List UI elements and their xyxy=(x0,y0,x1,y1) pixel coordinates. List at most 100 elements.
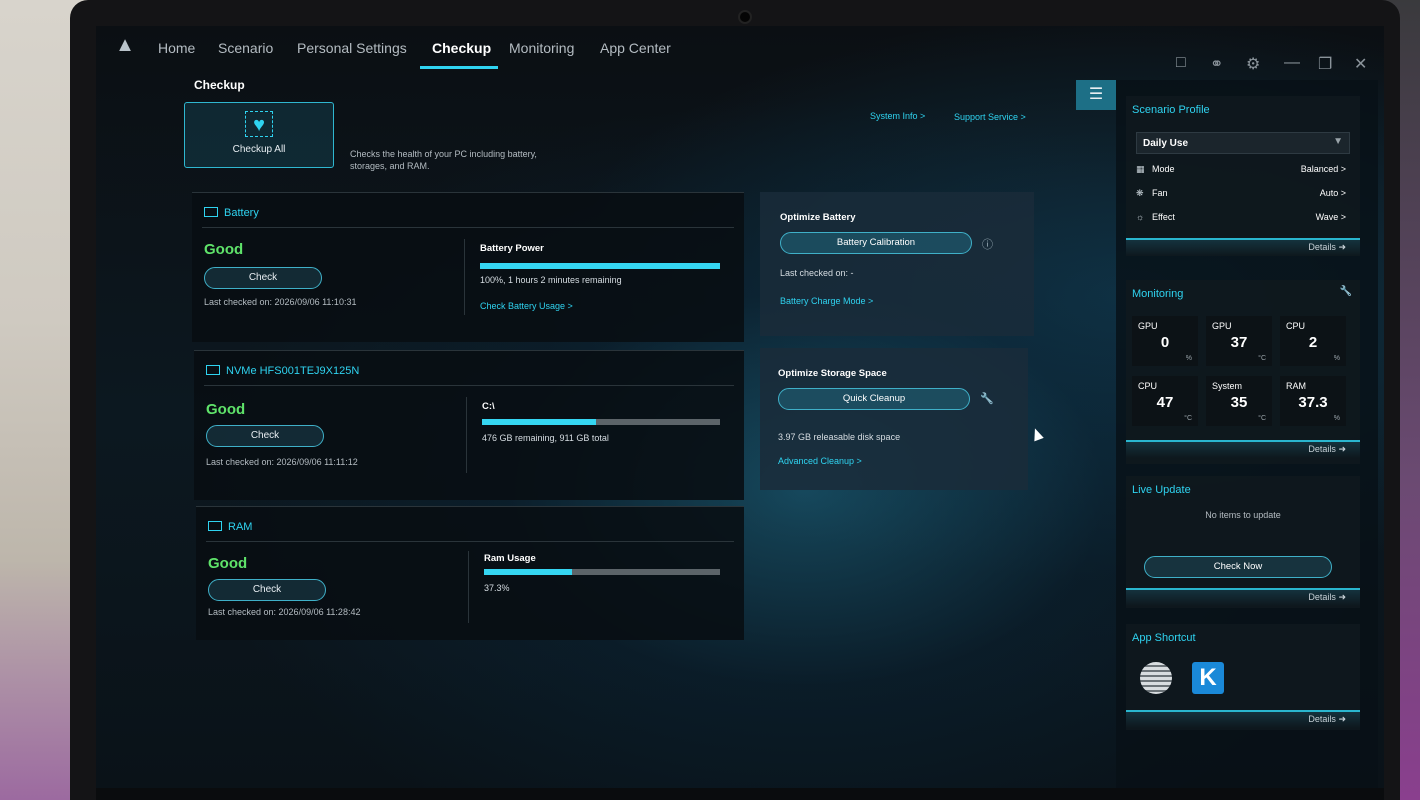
cpu-temp-tile: CPU 47 °C xyxy=(1132,376,1198,426)
right-sidebar: Scenario Profile Daily Use ▼ ▦ Mode Balan… xyxy=(1116,80,1378,800)
info-icon[interactable]: ⓘ xyxy=(982,236,993,252)
wrench-icon[interactable]: 🔧 xyxy=(980,392,994,405)
sidebar-toggle-icon[interactable]: ☰ xyxy=(1076,80,1116,110)
app-shortcut-details-link[interactable]: Details ➜ xyxy=(1308,714,1346,725)
tab-monitoring[interactable]: Monitoring xyxy=(509,40,574,56)
card-separator xyxy=(464,239,465,315)
scenario-select-value: Daily Use xyxy=(1143,138,1189,149)
system-info-link[interactable]: System Info > xyxy=(870,111,925,121)
arrow-right-icon: ➜ xyxy=(1338,592,1346,602)
battery-status: Good xyxy=(204,241,244,258)
tab-app-center[interactable]: App Center xyxy=(600,40,671,56)
monitoring-details-link[interactable]: Details ➜ xyxy=(1308,444,1346,455)
active-tab-indicator xyxy=(420,66,498,69)
scenario-profile-title: Scenario Profile xyxy=(1132,104,1210,116)
quick-cleanup-button[interactable]: Quick Cleanup xyxy=(778,388,970,410)
check-battery-usage-link[interactable]: Check Battery Usage > xyxy=(480,301,573,311)
headset-icon[interactable]: ⚭ xyxy=(1210,54,1223,74)
ram-check-button[interactable]: Check xyxy=(208,579,326,601)
support-service-link[interactable]: Support Service > xyxy=(954,112,1026,122)
gpu-usage-tile: GPU 0 % xyxy=(1132,316,1198,366)
checkup-all-label: Checkup All xyxy=(232,144,286,155)
live-update-details-footer: Details ➜ xyxy=(1126,588,1360,606)
arrow-right-icon: ➜ xyxy=(1338,444,1346,454)
card-divider xyxy=(204,385,734,386)
battery-charge-mode-link[interactable]: Battery Charge Mode > xyxy=(780,296,873,306)
ram-usage-bar xyxy=(484,569,720,575)
maximize-icon[interactable]: ❐ xyxy=(1318,54,1332,74)
page-title: Checkup xyxy=(194,78,245,92)
scenario-details-footer: Details ➜ xyxy=(1126,238,1360,256)
live-update-details-link[interactable]: Details ➜ xyxy=(1308,592,1346,603)
fan-icon: ❋ xyxy=(1136,188,1144,198)
ssd-icon xyxy=(206,365,220,375)
tile-label: System xyxy=(1212,381,1243,391)
scenario-details-text: Details xyxy=(1308,242,1336,252)
battery-calibration-button[interactable]: Battery Calibration xyxy=(780,232,972,254)
ram-metric-title: Ram Usage xyxy=(484,553,536,564)
check-now-button[interactable]: Check Now xyxy=(1144,556,1332,578)
card-divider xyxy=(206,541,734,542)
ram-icon xyxy=(208,521,222,531)
killer-app-icon[interactable]: K xyxy=(1192,662,1224,694)
storage-check-button[interactable]: Check xyxy=(206,425,324,447)
tile-unit: °C xyxy=(1184,415,1192,422)
scenario-details-link[interactable]: Details ➜ xyxy=(1308,242,1346,253)
live-update-panel: Live Update No items to update Check Now… xyxy=(1126,476,1360,608)
battery-icon xyxy=(204,207,218,217)
battery-metric-text: 100%, 1 hours 2 minutes remaining xyxy=(480,275,622,285)
top-nav: ▲ Home Scenario Personal Settings Checku… xyxy=(96,26,1384,76)
coil-app-icon[interactable] xyxy=(1140,662,1172,694)
mode-label: Mode xyxy=(1152,164,1175,174)
optimize-battery-panel: Optimize Battery Battery Calibration ⓘ L… xyxy=(760,192,1034,336)
effect-row[interactable]: ☼ Effect Wave > xyxy=(1136,212,1350,222)
no-updates-text: No items to update xyxy=(1205,510,1281,520)
tile-value: 47 xyxy=(1156,394,1174,411)
windows-taskbar xyxy=(96,788,1384,800)
predator-logo-icon: ▲ xyxy=(115,34,135,56)
gear-icon[interactable]: ⚙ xyxy=(1246,54,1260,74)
wrench-icon[interactable]: 🔧 xyxy=(1340,286,1352,297)
card-divider xyxy=(202,227,734,228)
checkup-all-button[interactable]: ♥ Checkup All xyxy=(184,102,334,168)
mode-row[interactable]: ▦ Mode Balanced > xyxy=(1136,164,1350,175)
tile-value: 37 xyxy=(1230,334,1248,351)
tile-unit: °C xyxy=(1258,355,1266,362)
heart-scan-icon: ♥ xyxy=(245,111,273,137)
monitoring-title: Monitoring xyxy=(1132,288,1184,300)
tile-unit: % xyxy=(1333,415,1340,422)
tile-label: CPU xyxy=(1138,381,1158,391)
monitoring-details-footer: Details ➜ xyxy=(1126,440,1360,458)
advanced-cleanup-link[interactable]: Advanced Cleanup > xyxy=(778,456,862,466)
optimize-battery-title: Optimize Battery xyxy=(780,212,856,223)
tile-value: 2 xyxy=(1308,334,1318,351)
battery-card-title: Battery xyxy=(204,207,259,219)
storage-metric-title: C:\ xyxy=(482,401,495,412)
battery-check-button[interactable]: Check xyxy=(204,267,322,289)
scenario-select[interactable]: Daily Use ▼ xyxy=(1136,132,1350,154)
optimize-battery-last-checked: Last checked on: - xyxy=(780,268,854,278)
storage-title-text: NVMe HFS001TEJ9X125N xyxy=(226,365,360,377)
tab-scenario[interactable]: Scenario xyxy=(218,40,273,56)
mouse-icon[interactable]: □ xyxy=(1176,54,1186,72)
releasable-space-text: 3.97 GB releasable disk space xyxy=(778,432,901,442)
cpu-usage-tile: CPU 2 % xyxy=(1280,316,1346,366)
minimize-icon[interactable]: — xyxy=(1284,54,1300,72)
tab-home[interactable]: Home xyxy=(158,40,195,56)
storage-usage-fill xyxy=(482,419,597,425)
card-separator xyxy=(466,397,467,473)
tab-personal-settings[interactable]: Personal Settings xyxy=(297,40,407,56)
tile-value: 37.3 xyxy=(1298,394,1328,411)
tab-checkup[interactable]: Checkup xyxy=(432,40,491,56)
fan-row[interactable]: ❋ Fan Auto > xyxy=(1136,188,1350,199)
ram-metric-text: 37.3% xyxy=(484,583,510,593)
battery-power-fill xyxy=(480,263,720,269)
live-update-title: Live Update xyxy=(1132,484,1191,496)
fan-value: Auto > xyxy=(1319,188,1346,198)
storage-last-checked: Last checked on: 2026/09/06 11:11:12 xyxy=(206,457,358,467)
checkup-description: Checks the health of your PC including b… xyxy=(350,149,537,171)
close-icon[interactable]: ✕ xyxy=(1354,54,1367,74)
webcam xyxy=(738,10,752,24)
sun-icon: ☼ xyxy=(1136,212,1145,222)
arrow-right-icon: ➜ xyxy=(1338,242,1346,252)
